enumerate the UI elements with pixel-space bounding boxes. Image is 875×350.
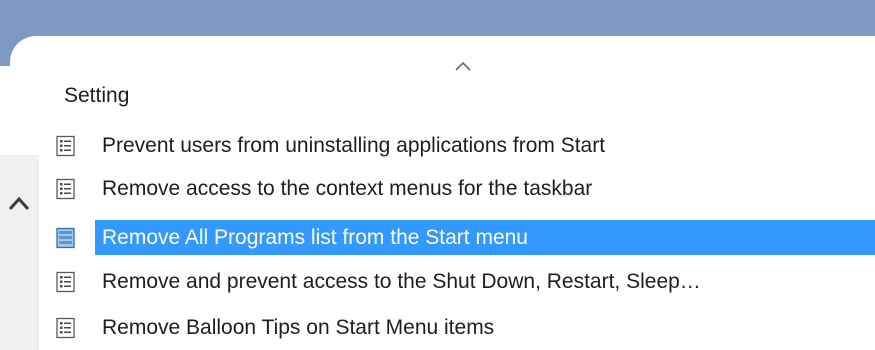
list-item[interactable]: Remove access to the context menus for t… (55, 171, 875, 206)
column-header-setting[interactable]: Setting (64, 80, 129, 112)
policy-setting-icon (56, 135, 75, 157)
policy-setting-icon (56, 317, 75, 339)
list-item-label: Remove Balloon Tips on Start Menu items (102, 316, 495, 339)
list-item-label: Prevent users from uninstalling applicat… (102, 134, 606, 157)
list-item-label: Remove and prevent access to the Shut Do… (102, 270, 701, 293)
sort-ascending-chevron-icon[interactable] (454, 60, 472, 72)
list-item-label: Remove All Programs list from the Start … (102, 226, 528, 249)
policy-setting-icon (56, 271, 75, 293)
list-item[interactable]: Prevent users from uninstalling applicat… (55, 128, 875, 163)
list-item-label: Remove access to the context menus for t… (102, 177, 593, 200)
policy-setting-icon (56, 178, 75, 200)
policy-setting-icon-selected (56, 227, 75, 249)
left-navigation-strip (0, 155, 39, 350)
list-item[interactable]: Remove and prevent access to the Shut Do… (55, 264, 875, 299)
list-item[interactable]: Remove Balloon Tips on Start Menu items (55, 310, 875, 345)
chevron-up-icon[interactable] (7, 192, 31, 214)
list-item-selected[interactable]: Remove All Programs list from the Start … (55, 220, 875, 255)
